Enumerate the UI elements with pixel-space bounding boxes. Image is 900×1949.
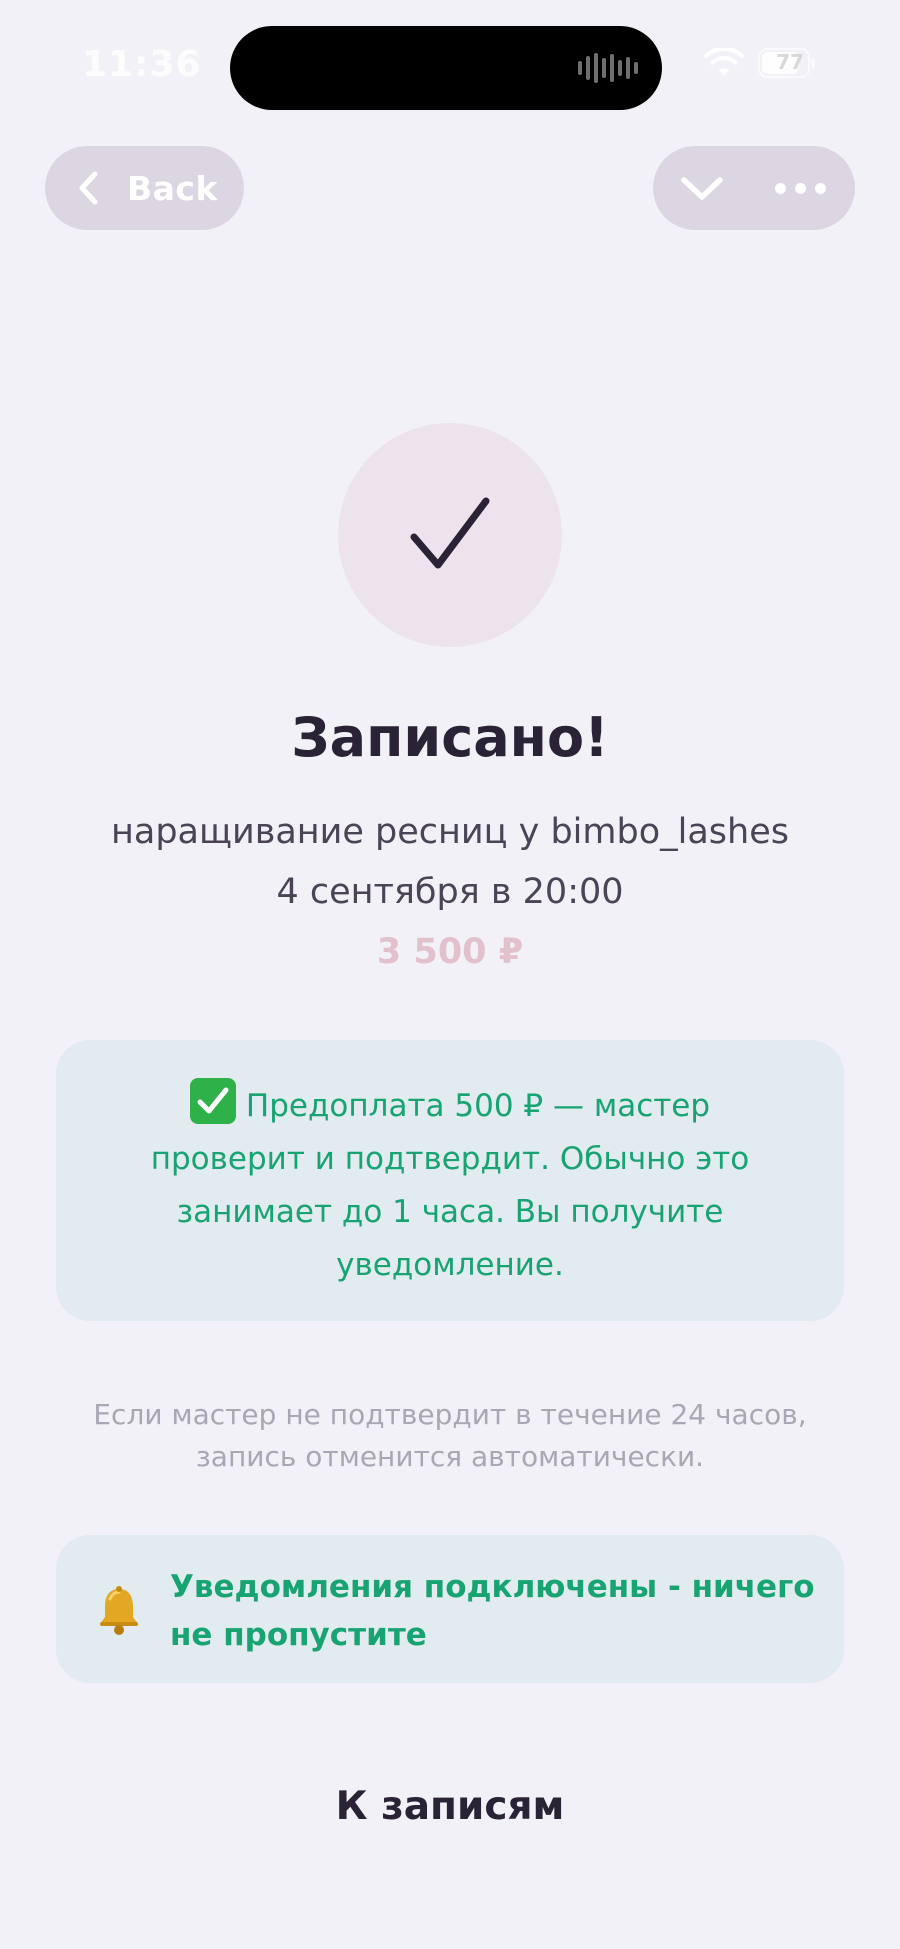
battery-level: 77 [776,50,804,74]
dot-icon [814,182,826,194]
prepayment-info-card: Предоплата 500 ₽ — мастер проверит и под… [56,1040,844,1321]
booking-confirmation-screen: 11:36 77 Back Записано! наращивание ресн… [0,0,900,1949]
service-price: 3 500 ₽ [376,932,524,972]
bell-icon [100,1586,138,1635]
audio-wave-icon [578,52,638,84]
check-mark-box-icon [189,1078,236,1124]
success-badge [338,423,562,647]
page-title: Записано! [291,706,609,769]
more-options-button[interactable] [765,164,835,212]
wifi-icon [704,48,744,76]
appointment-datetime: 4 сентября в 20:00 [276,872,624,912]
checkmark-icon [410,497,490,569]
service-description: наращивание ресниц у bimbo_lashes [110,812,789,852]
dot-icon [794,182,806,194]
notifications-card: Уведомления подключены - ничего не пропу… [56,1535,844,1683]
chevron-left-icon [79,171,98,205]
dot-icon [774,182,786,194]
to-records-button[interactable]: К записям [0,1784,900,1829]
back-label: Back [127,168,218,208]
prepayment-text: Предоплата 500 ₽ — мастер проверит и под… [150,1088,750,1283]
back-button[interactable]: Back [45,146,244,230]
status-time: 11:36 [82,44,202,85]
chevron-down-icon [681,177,723,200]
dynamic-island [230,26,662,110]
collapse-button[interactable] [675,164,729,212]
header-actions [653,146,855,230]
auto-cancel-note: Если мастер не подтвердит в течение 24 ч… [93,1398,807,1473]
notifications-text: Уведомления подключены - ничего не пропу… [170,1569,815,1653]
